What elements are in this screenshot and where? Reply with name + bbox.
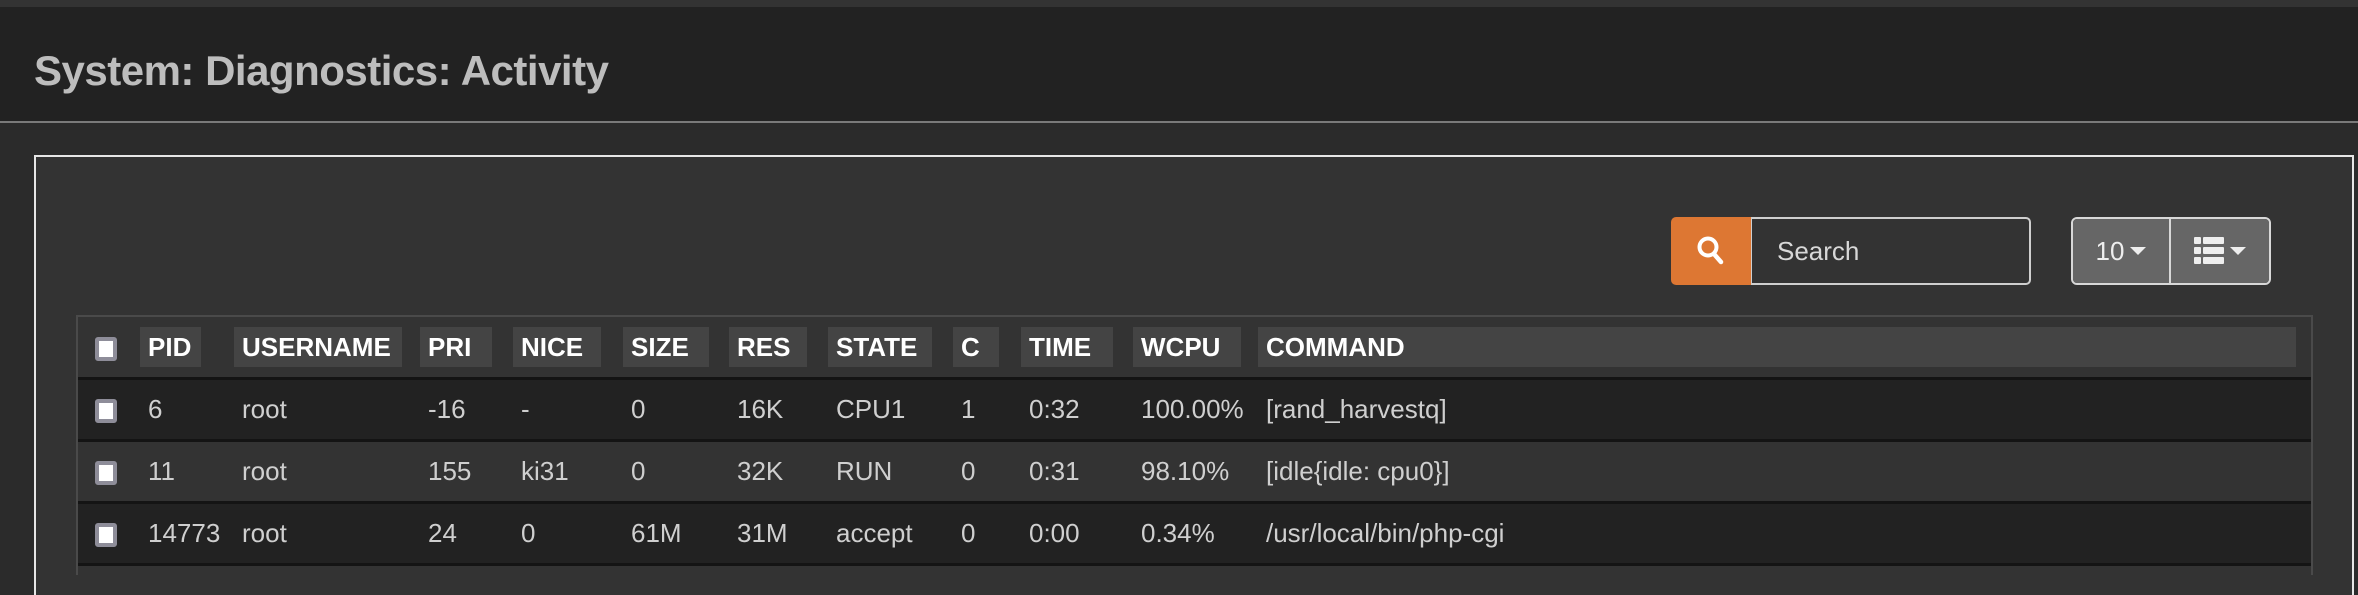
cell-pri: 155	[428, 456, 472, 486]
column-header-size[interactable]: SIZE	[623, 317, 729, 379]
cell-time: 0:32	[1029, 394, 1080, 424]
cell-state: CPU1	[836, 394, 906, 424]
column-header-res[interactable]: RES	[729, 317, 828, 379]
cell-username: root	[242, 456, 287, 486]
cell-pid: 11	[148, 456, 175, 486]
rows-per-page-dropdown[interactable]: 10	[2073, 219, 2171, 283]
cell-state: accept	[836, 518, 913, 548]
row-checkbox[interactable]	[95, 523, 117, 548]
cell-wcpu: 0.34%	[1141, 518, 1215, 548]
cell-c: 0	[961, 456, 976, 486]
search-icon	[1697, 236, 1724, 265]
cell-time: 0:00	[1029, 518, 1080, 548]
column-header-wcpu[interactable]: WCPU	[1133, 317, 1258, 379]
row-checkbox[interactable]	[95, 399, 117, 424]
top-bar	[0, 0, 2358, 7]
cell-c: 0	[961, 518, 976, 548]
cell-command: /usr/local/bin/php-cgi	[1266, 518, 1505, 548]
column-header-c[interactable]: C	[953, 317, 1021, 379]
column-header-username[interactable]: USERNAME	[234, 317, 420, 379]
cell-pri: -16	[428, 394, 466, 424]
cell-c: 1	[961, 394, 976, 424]
chevron-down-icon	[2130, 247, 2147, 255]
column-header-command[interactable]: COMMAND	[1258, 317, 2311, 379]
column-header-pid[interactable]: PID	[140, 317, 234, 379]
page-title: System: Diagnostics: Activity	[34, 47, 609, 94]
table-header-row: PID USERNAME PRI NICE SIZE RES STATE C T…	[78, 317, 2311, 379]
table-row[interactable]: 11 root 155 ki31 0 32K RUN 0 0:31 98.10%…	[78, 440, 2311, 503]
cell-size: 0	[631, 456, 646, 486]
table-row[interactable]: 14773 root 24 0 61M 31M accept 0 0:00 0.…	[78, 502, 2311, 565]
cell-command: [rand_harvestq]	[1266, 394, 1447, 424]
row-checkbox[interactable]	[95, 461, 117, 486]
cell-nice: ki31	[521, 456, 569, 486]
cell-state: RUN	[836, 456, 893, 486]
select-all-checkbox[interactable]	[95, 336, 117, 361]
cell-wcpu: 98.10%	[1141, 456, 1230, 486]
page-header: System: Diagnostics: Activity	[0, 7, 2358, 123]
cell-size: 0	[631, 394, 646, 424]
cell-pri: 24	[428, 518, 457, 548]
column-selector-dropdown[interactable]	[2171, 219, 2269, 283]
cell-command: [idle{idle: cpu0}]	[1266, 456, 1450, 486]
cell-res: 16K	[737, 394, 784, 424]
column-header-nice[interactable]: NICE	[513, 317, 623, 379]
search-input[interactable]	[1751, 217, 2031, 285]
cell-nice: 0	[521, 518, 536, 548]
search-group	[1671, 217, 2031, 285]
rows-per-page-value: 10	[2095, 235, 2125, 266]
table-row[interactable]: 6 root -16 - 0 16K CPU1 1 0:32 100.00% […	[78, 378, 2311, 441]
process-table-container: PID USERNAME PRI NICE SIZE RES STATE C T…	[76, 315, 2313, 575]
cell-res: 31M	[737, 518, 788, 548]
cell-pid: 14773	[148, 518, 221, 548]
column-header-state[interactable]: STATE	[828, 317, 953, 379]
cell-time: 0:31	[1029, 456, 1080, 486]
cell-size: 61M	[631, 518, 682, 548]
list-columns-icon	[2194, 237, 2224, 264]
process-table: PID USERNAME PRI NICE SIZE RES STATE C T…	[78, 317, 2311, 566]
cell-username: root	[242, 394, 287, 424]
chevron-down-icon	[2230, 247, 2246, 255]
cell-nice: -	[521, 394, 530, 424]
cell-wcpu: 100.00%	[1141, 394, 1244, 424]
column-header-time[interactable]: TIME	[1021, 317, 1133, 379]
cell-pid: 6	[148, 394, 163, 424]
search-button[interactable]	[1671, 217, 1751, 285]
cell-res: 32K	[737, 456, 784, 486]
table-options-group: 10	[2071, 217, 2271, 285]
column-header-pri[interactable]: PRI	[420, 317, 513, 379]
cell-username: root	[242, 518, 287, 548]
